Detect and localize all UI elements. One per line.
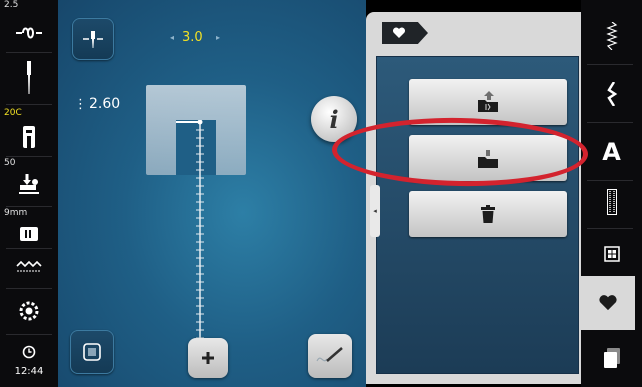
quilt-stitches-tab[interactable]	[581, 228, 642, 280]
delete-button[interactable]	[409, 191, 567, 237]
feed-dog-icon	[0, 256, 58, 278]
decorative-stitches-icon	[606, 82, 617, 106]
add-button[interactable]	[188, 338, 228, 378]
panel-collapse-handle[interactable]: ◂	[370, 185, 380, 237]
memory-icon	[603, 348, 620, 368]
heart-icon	[392, 27, 406, 38]
info-button[interactable]: i	[311, 96, 357, 142]
personal-program-tab[interactable]	[382, 22, 428, 44]
save-to-folder-button[interactable]	[409, 79, 567, 125]
bobbin-view-button[interactable]	[70, 330, 114, 374]
stitch-category-sidebar: A	[581, 0, 642, 387]
folder-upload-icon	[478, 91, 498, 112]
width-decrease-arrow[interactable]: ◂	[170, 33, 174, 42]
decorative-stitches-tab[interactable]	[581, 68, 642, 120]
bobbin-setting[interactable]	[0, 292, 58, 330]
needle-position-button[interactable]	[72, 18, 114, 60]
bobbin-icon	[0, 298, 58, 324]
personal-program-icon	[599, 295, 617, 311]
stitch-width-icon	[0, 20, 58, 46]
stitch-plate-icon	[0, 222, 58, 246]
quilt-stitches-icon	[603, 246, 620, 262]
clock-display: 12:44	[0, 340, 58, 386]
trash-icon	[481, 205, 495, 223]
stitch-length-value: 2.60	[89, 96, 121, 112]
alphabet-icon[interactable]: A	[581, 126, 642, 178]
stitch-length-display[interactable]: ⋮ 2.60	[74, 96, 120, 112]
plus-icon	[202, 352, 214, 364]
straight-stitch-preview	[196, 120, 204, 365]
needle-mark	[176, 121, 198, 123]
length-indicator-icon: ⋮	[74, 97, 87, 112]
buttonhole-tab[interactable]	[581, 176, 642, 228]
presser-pressure-setting[interactable]: 50	[0, 158, 58, 204]
stitch-width-value[interactable]: 3.0	[182, 30, 203, 45]
needle-width-value: 2.5	[4, 0, 19, 10]
clock-time: 12:44	[14, 366, 44, 377]
personal-program-tab-active[interactable]	[581, 276, 635, 330]
square-frame-icon	[83, 343, 101, 361]
presser-pressure-value: 50	[4, 158, 16, 168]
stitch-plate-setting[interactable]: 9mm	[0, 208, 58, 248]
needle-icon	[0, 60, 58, 96]
info-label: i	[329, 104, 339, 134]
memory-tab[interactable]	[581, 332, 642, 384]
stylus-wave-icon	[316, 347, 343, 362]
buttonhole-icon	[606, 189, 617, 215]
status-sidebar: 2.5 20C 50 9mm 12:44	[0, 0, 58, 387]
presser-foot-icon	[0, 122, 58, 152]
practical-stitches-icon	[605, 22, 618, 50]
needle-setting[interactable]	[0, 54, 58, 102]
edit-stitch-button[interactable]	[308, 334, 352, 378]
folder-download-icon	[478, 148, 498, 168]
presser-foot-setting[interactable]: 20C	[0, 108, 58, 154]
presser-foot-code: 20C	[4, 108, 22, 118]
width-increase-arrow[interactable]: ▸	[216, 33, 220, 42]
panel-content	[376, 56, 579, 374]
clock-icon	[0, 342, 58, 362]
personal-program-panel: ◂	[366, 12, 581, 384]
practical-stitches-tab[interactable]	[581, 10, 642, 62]
presser-pressure-icon	[0, 170, 58, 200]
load-from-folder-button[interactable]	[409, 135, 567, 181]
feed-dog-setting[interactable]	[0, 252, 58, 282]
stitch-width-setting[interactable]: 2.5	[0, 0, 58, 50]
stitch-preview-area: ◂ 3.0 ▸ ⋮ 2.60 i	[58, 0, 366, 387]
needle-position-icon	[83, 31, 103, 48]
stitch-plate-value: 9mm	[4, 208, 28, 218]
